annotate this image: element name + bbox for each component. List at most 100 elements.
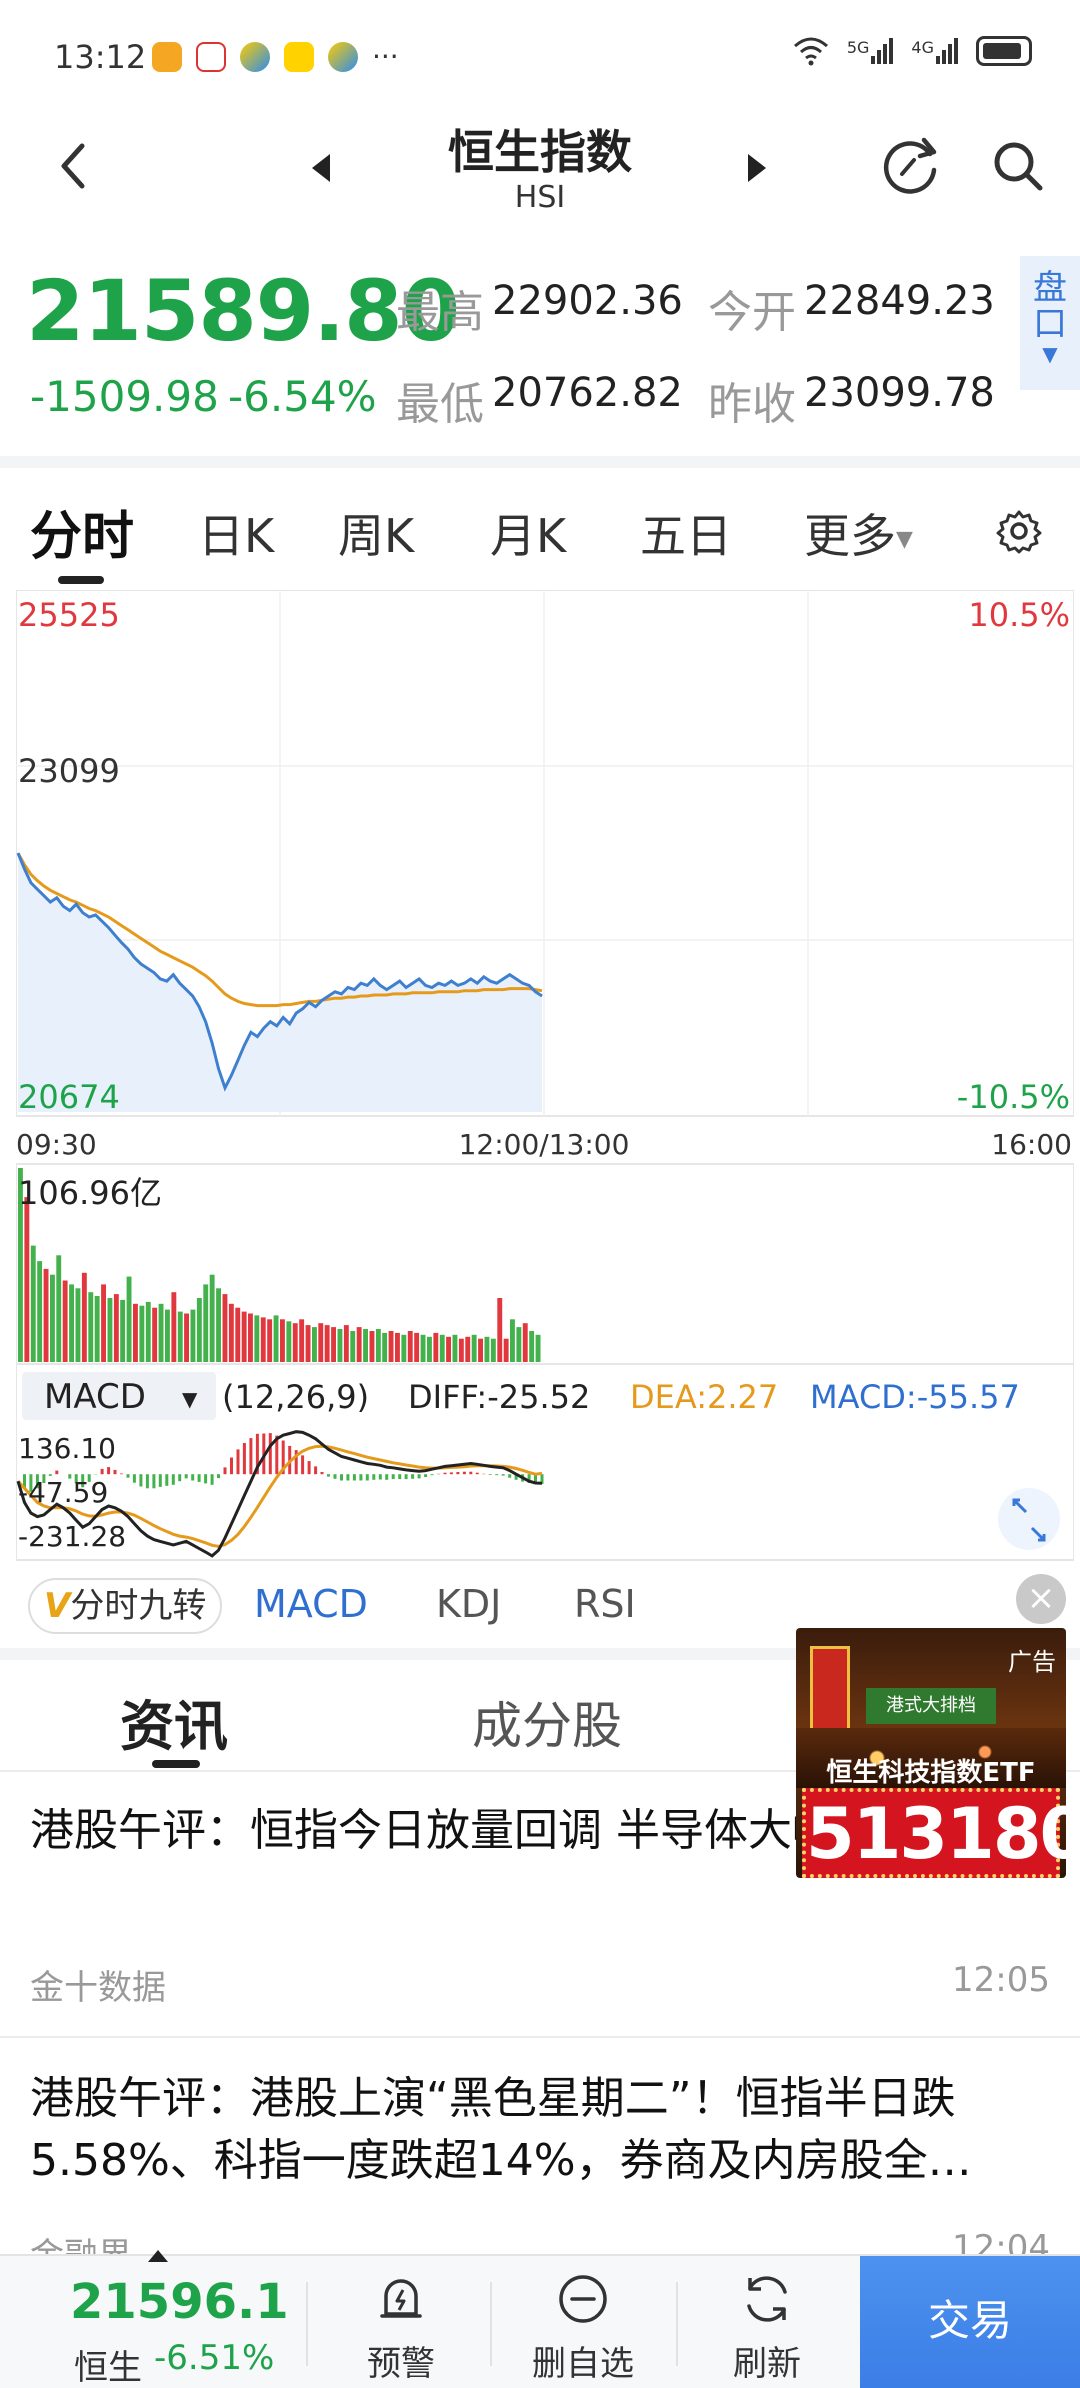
volume-bar — [24, 1197, 30, 1362]
volume-bar — [56, 1255, 62, 1362]
more-notifications-icon: ··· — [372, 40, 399, 73]
volume-bar — [222, 1294, 228, 1362]
volume-bar — [43, 1268, 49, 1362]
open-label: 今开 — [708, 287, 796, 338]
v-badge-icon: V — [44, 1586, 71, 1626]
volume-bar — [81, 1272, 87, 1362]
volume-bar — [337, 1329, 343, 1362]
x-axis-close-label: 16:00 — [991, 1128, 1072, 1161]
app-notification-icon — [152, 41, 182, 72]
volume-bar — [235, 1307, 241, 1362]
tab-more[interactable]: 更多▼ — [804, 500, 913, 566]
volume-bar — [120, 1299, 126, 1362]
macd-params: (12,26,9) — [222, 1378, 369, 1416]
last-price: 21589.80 — [26, 262, 460, 360]
tab-monthly-k[interactable]: 月K — [490, 500, 566, 566]
macd-y-bottom-label: -231.28 — [18, 1520, 126, 1553]
y-axis-prev-close-label: 23099 — [18, 752, 120, 790]
news-item[interactable]: 港股午评：港股上演“黑色星期二”！恒指半日跌5.58%、科指一度跌超14%，券商… — [0, 2068, 1080, 2254]
volume-bar — [452, 1334, 458, 1362]
volume-bar — [529, 1331, 535, 1362]
volume-bar — [126, 1276, 132, 1362]
app-notification-icon — [328, 41, 358, 72]
status-time: 13:12 — [54, 38, 147, 76]
volume-bar — [427, 1336, 432, 1362]
volume-bar — [522, 1323, 528, 1362]
volume-bar — [196, 1298, 202, 1362]
volume-max-label: 106.96亿 — [18, 1174, 162, 1212]
refresh-icon[interactable] — [878, 132, 944, 198]
volume-bar — [94, 1296, 100, 1362]
intraday-chart[interactable]: 25525 23099 20674 10.5% -10.5% 09:30 12:… — [15, 589, 1075, 1570]
wifi-icon — [793, 37, 828, 66]
ad-shop-sign: 港式大排档 — [866, 1688, 996, 1724]
volume-bar — [30, 1245, 36, 1362]
volume-bar — [439, 1334, 445, 1362]
volume-bar — [75, 1288, 81, 1362]
pct-axis-top-label: 10.5% — [968, 596, 1070, 634]
volume-bar — [158, 1303, 164, 1362]
tab-news[interactable]: 资讯 — [120, 1682, 228, 1761]
volume-bar — [363, 1329, 368, 1362]
app-header: 恒生指数 HSI — [0, 110, 1080, 220]
active-tab-indicator — [58, 576, 104, 584]
volume-bar — [273, 1315, 279, 1362]
volume-bar — [510, 1319, 515, 1362]
order-book-label: 盘口 — [1033, 268, 1067, 344]
ad-fund-code: 513180 — [802, 1788, 1066, 1878]
alert-button[interactable]: 预警 — [310, 2256, 492, 2388]
tab-components[interactable]: 成分股 — [472, 1686, 622, 1758]
volume-bar — [490, 1338, 496, 1362]
chart-area[interactable]: 25525 23099 20674 10.5% -10.5% 09:30 12:… — [15, 589, 1075, 1570]
volume-bar — [209, 1274, 215, 1362]
news-source: 金融界 — [30, 2228, 132, 2254]
quote-summary: 21589.80 -1509.98 -6.54% 最高 22902.36 今开 … — [0, 250, 1080, 450]
volume-bar — [139, 1305, 145, 1362]
tab-rsi[interactable]: RSI — [574, 1582, 636, 1626]
x-axis-open-label: 09:30 — [16, 1128, 97, 1161]
tab-weekly-k[interactable]: 周K — [338, 500, 414, 566]
signal-5g-icon: 5G — [847, 38, 894, 64]
app-notification-icon — [240, 41, 270, 72]
volume-bar — [395, 1332, 400, 1362]
status-app-icons: ··· — [152, 40, 399, 73]
tab-daily-k[interactable]: 日K — [198, 500, 274, 566]
remove-watchlist-button[interactable]: 删自选 — [492, 2256, 674, 2388]
macd-dea-value: DEA:2.27 — [630, 1378, 778, 1416]
trade-button[interactable]: 交易 — [860, 2256, 1080, 2388]
etf-ad-banner[interactable]: 港式大排档 广告 恒生科技指数ETF 513180 — [796, 1628, 1066, 1878]
tab-intraday[interactable]: 分时 — [30, 494, 134, 569]
volume-bar — [254, 1315, 260, 1362]
order-book-tab[interactable]: 盘口 ▼ — [1020, 256, 1080, 390]
volume-bar — [184, 1313, 189, 1362]
volume-bar — [433, 1332, 439, 1362]
tab-kdj[interactable]: KDJ — [436, 1582, 501, 1626]
volume-bar — [312, 1327, 317, 1362]
volume-bar — [516, 1327, 522, 1362]
volume-bar — [350, 1331, 356, 1362]
volume-bar — [503, 1338, 509, 1362]
status-bar: 13:12 ··· 5G 4G — [0, 0, 1080, 110]
caret-up-icon[interactable] — [148, 2250, 168, 2262]
volume-bar — [446, 1336, 451, 1362]
open-value: 22849.23 — [804, 278, 995, 324]
tab-nine-turn[interactable]: V分时九转 — [28, 1578, 223, 1634]
alert-bell-icon — [380, 2279, 422, 2318]
tab-five-day[interactable]: 五日 — [640, 500, 732, 566]
y-axis-top-label: 25525 — [18, 596, 120, 634]
ad-close-icon[interactable]: × — [1016, 1574, 1066, 1624]
volume-bar — [101, 1284, 106, 1362]
refresh-button[interactable]: 刷新 — [676, 2256, 858, 2388]
status-indicators: 5G 4G — [793, 36, 1032, 66]
search-icon[interactable] — [988, 136, 1048, 196]
app-notification-icon — [196, 41, 226, 72]
volume-bar — [331, 1327, 336, 1362]
volume-bar — [286, 1321, 292, 1362]
volume-bar — [171, 1292, 177, 1362]
tab-macd[interactable]: MACD — [254, 1582, 368, 1626]
expand-chart-icon[interactable] — [998, 1488, 1060, 1550]
volume-bar — [145, 1301, 151, 1362]
chart-settings-gear-icon[interactable] — [996, 508, 1042, 554]
prev-close-label: 昨收 — [708, 379, 796, 430]
next-stock-icon[interactable] — [744, 148, 770, 188]
